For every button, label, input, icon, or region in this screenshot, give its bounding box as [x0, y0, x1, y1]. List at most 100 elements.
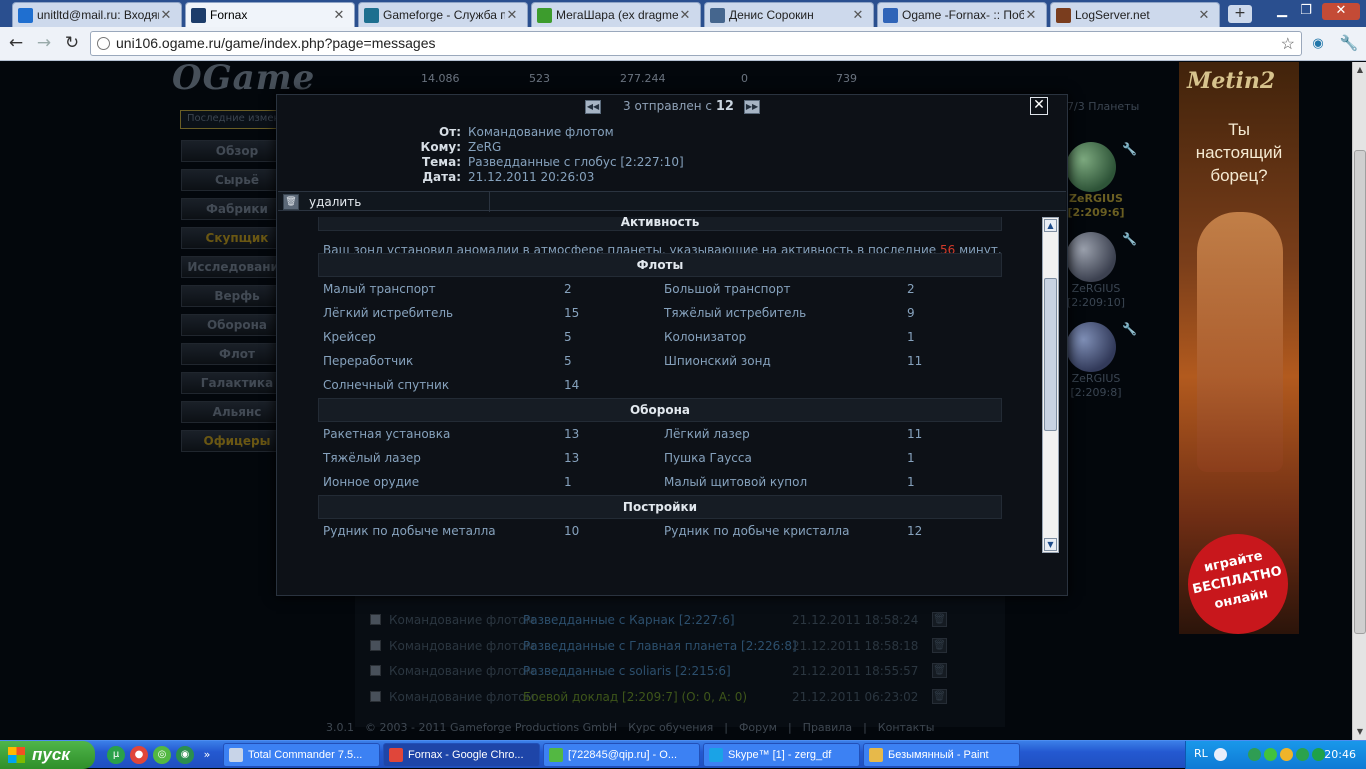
close-tab-icon[interactable]: ✕: [332, 7, 346, 23]
wrench-icon[interactable]: 🔧: [1122, 142, 1137, 156]
tab-1[interactable]: Fornax ✕: [185, 2, 355, 27]
browser-toolbar: ← → ↻ uni106.ogame.ru/game/index.php?pag…: [0, 27, 1366, 61]
message-subject[interactable]: Боевой доклад [2:209:7] (О: 0, А: 0): [523, 690, 747, 704]
address-bar[interactable]: uni106.ogame.ru/game/index.php?page=mess…: [90, 31, 1302, 56]
trash-icon[interactable]: 🗑: [932, 688, 947, 704]
scroll-thumb[interactable]: [1354, 150, 1366, 634]
report-item-name: Переработчик: [323, 354, 414, 368]
footer-link[interactable]: Правила: [803, 721, 852, 734]
message-subject[interactable]: Разведданные с Карнак [2:227:6]: [523, 613, 735, 627]
scroll-up-icon[interactable]: ▲: [1354, 64, 1366, 76]
taskbar-item-2[interactable]: [722845@qip.ru] - О...: [543, 743, 700, 767]
taskbar-item-label: Fornax - Google Chro...: [408, 749, 524, 761]
message-date: 21.12.2011 06:23:02: [792, 689, 919, 704]
trash-icon[interactable]: 🗑: [932, 612, 947, 627]
quicklaunch-icon[interactable]: ◉: [176, 746, 194, 764]
delete-button[interactable]: удалить: [309, 195, 361, 209]
table-row[interactable]: Командование флотом Разведданные с soliar…: [370, 661, 970, 683]
tab-strip: unitltd@mail.ru: Входящи✕Fornax✕Gameforg…: [0, 0, 1366, 27]
extension-icon[interactable]: ◉: [1307, 33, 1329, 55]
utorrent-tray-icon[interactable]: [1296, 748, 1309, 761]
taskbar-item-3[interactable]: Skype™ [1] - zerg_df: [703, 743, 860, 767]
planet-image[interactable]: [1066, 142, 1116, 192]
new-tab-button[interactable]: +: [1228, 5, 1252, 23]
taskbar-item-4[interactable]: Безымянный - Paint: [863, 743, 1020, 767]
maximize-button[interactable]: ❐: [1295, 3, 1317, 20]
tab-4[interactable]: Денис Сорокин ✕: [704, 2, 874, 27]
scroll-down-icon[interactable]: ▼: [1044, 538, 1057, 551]
planet-coords[interactable]: [2:209:10]: [1066, 296, 1126, 309]
tab-3[interactable]: МегаШара (ex dragme.tv ✕: [531, 2, 701, 27]
planet-coords[interactable]: [2:209:8]: [1066, 386, 1126, 399]
footer-link[interactable]: Контакты: [878, 721, 935, 734]
message-checkbox[interactable]: [370, 639, 381, 651]
taskbar-item-0[interactable]: Total Commander 7.5...: [223, 743, 380, 767]
close-tab-icon[interactable]: ✕: [851, 7, 865, 23]
trash-icon[interactable]: 🗑: [283, 194, 299, 210]
network-icon[interactable]: [1248, 748, 1261, 761]
tab-0[interactable]: unitltd@mail.ru: Входящи✕: [12, 2, 182, 27]
page-scrollbar[interactable]: ▲ ▼: [1352, 62, 1366, 740]
report-item-name: Солнечный спутник: [323, 378, 450, 392]
close-tab-icon[interactable]: ✕: [159, 7, 173, 23]
message-checkbox[interactable]: [370, 665, 381, 676]
tab-5[interactable]: Ogame -Fornax- :: Побед✕: [877, 2, 1047, 27]
close-tab-icon[interactable]: ✕: [678, 7, 692, 23]
wrench-icon[interactable]: 🔧: [1338, 33, 1360, 55]
close-tab-icon[interactable]: ✕: [1197, 7, 1211, 23]
qip-tray-icon[interactable]: [1264, 748, 1277, 761]
star-icon[interactable]: ☆: [1281, 33, 1295, 56]
trash-icon[interactable]: 🗑: [932, 637, 947, 653]
planet-coords[interactable]: [2:209:6]: [1066, 206, 1126, 219]
tab-6[interactable]: LogServer.net ✕: [1050, 2, 1220, 27]
table-row[interactable]: Командование флотом Разведданные с Главна…: [370, 636, 970, 658]
back-icon[interactable]: ←: [5, 33, 27, 55]
planet-name[interactable]: ZeRGIUS: [1066, 192, 1126, 205]
tray-app-icon[interactable]: [1280, 748, 1293, 761]
language-indicator[interactable]: RL: [1194, 747, 1208, 760]
close-tab-icon[interactable]: ✕: [1024, 7, 1038, 23]
scroll-up-icon[interactable]: ▲: [1044, 219, 1057, 232]
wrench-icon[interactable]: 🔧: [1122, 232, 1137, 246]
reload-icon[interactable]: ↻: [61, 33, 83, 55]
chevron-right-icon[interactable]: »: [200, 746, 214, 764]
utorrent-icon[interactable]: µ: [107, 746, 125, 764]
message-checkbox[interactable]: [370, 690, 381, 702]
volume-icon[interactable]: [1312, 748, 1325, 761]
trash-icon[interactable]: 🗑: [932, 663, 947, 678]
wrench-icon[interactable]: 🔧: [1122, 322, 1137, 336]
close-window-button[interactable]: ✕: [1322, 3, 1360, 20]
forward-icon[interactable]: →: [33, 33, 55, 55]
app-icon: [229, 748, 243, 762]
table-row[interactable]: Командование флотом Разведданные с Карнак…: [370, 610, 970, 632]
close-icon[interactable]: ✕: [1030, 97, 1048, 115]
table-row[interactable]: Командование флотом Боевой доклад [2:209:…: [370, 687, 970, 709]
start-button[interactable]: пуск: [0, 741, 95, 769]
ad-play-badge[interactable]: играйте БЕСПЛАТНО онлайн: [1179, 524, 1298, 634]
advertisement-banner[interactable]: Metin2 Ты настоящий борец? играйте БЕСПЛ…: [1179, 62, 1299, 634]
tab-2[interactable]: Gameforge - Служба под✕: [358, 2, 528, 27]
header-row: Тема: Разведданные с глобус [2:227:10]: [277, 155, 1067, 170]
qip-icon[interactable]: ◎: [153, 746, 171, 764]
report-scrollbar[interactable]: ▲ ▼: [1042, 217, 1059, 553]
report-item-name: Лёгкий истребитель: [323, 306, 454, 320]
planet-image[interactable]: [1066, 232, 1116, 282]
chevron-left-icon[interactable]: [1214, 748, 1227, 761]
scroll-down-icon[interactable]: ▼: [1354, 726, 1366, 738]
planet-name[interactable]: ZeRGIUS: [1066, 372, 1126, 385]
next-message-icon[interactable]: ▶▶: [744, 100, 760, 114]
minimize-button[interactable]: ▁: [1271, 3, 1293, 20]
planet-name[interactable]: ZeRGIUS: [1066, 282, 1126, 295]
scroll-thumb[interactable]: [1044, 278, 1057, 431]
taskbar-item-1[interactable]: Fornax - Google Chro...: [383, 743, 540, 767]
chrome-icon[interactable]: ●: [130, 746, 148, 764]
report-item-value: 1: [907, 451, 915, 465]
planet-image[interactable]: [1066, 322, 1116, 372]
message-subject[interactable]: Разведданные с Главная планета [2:226:8]: [523, 639, 797, 653]
previous-message-icon[interactable]: ◀◀: [585, 100, 601, 114]
footer-link[interactable]: Форум: [739, 721, 777, 734]
close-tab-icon[interactable]: ✕: [505, 7, 519, 23]
footer-link[interactable]: Курс обучения: [628, 721, 713, 734]
message-checkbox[interactable]: [370, 614, 381, 625]
message-subject[interactable]: Разведданные с soliaris [2:215:6]: [523, 664, 731, 678]
